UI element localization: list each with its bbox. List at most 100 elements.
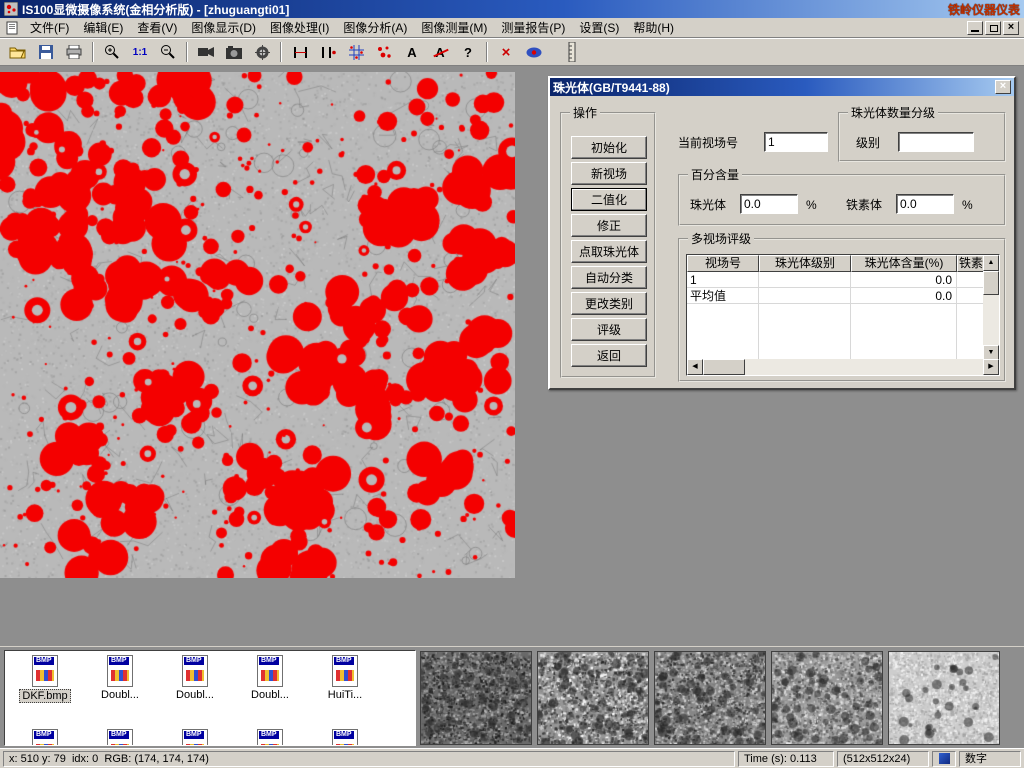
scroll-up-button[interactable]: ▲: [983, 255, 999, 271]
thumbnail-4[interactable]: [771, 651, 883, 745]
capture-target-button[interactable]: [249, 40, 275, 64]
zoom-in-button[interactable]: [99, 40, 125, 64]
camera-icon: [226, 46, 242, 59]
measure-length-button[interactable]: [287, 40, 313, 64]
init-button[interactable]: 初始化: [571, 136, 647, 159]
mdi-close-button[interactable]: ×: [1003, 21, 1019, 35]
dialog-title-bar[interactable]: 珠光体(GB/T9441-88) ×: [550, 78, 1014, 96]
restore-icon: [990, 25, 998, 32]
file-item[interactable]: BMP Doubl...: [234, 655, 306, 701]
micrograph-image[interactable]: [0, 72, 515, 578]
menu-help[interactable]: 帮助(H): [626, 17, 681, 38]
bmp-art: [111, 744, 129, 746]
scroll-right-button[interactable]: ▶: [983, 359, 999, 375]
save-button[interactable]: [33, 40, 59, 64]
level-input[interactable]: [898, 132, 974, 152]
menu-measure-report[interactable]: 测量报告(P): [494, 17, 572, 38]
binarize-button[interactable]: 二值化: [571, 188, 647, 211]
dialog-close-button[interactable]: ×: [995, 80, 1011, 94]
correct-button[interactable]: 修正: [571, 214, 647, 237]
group-label: 操作: [570, 106, 600, 120]
table-cell-field-1[interactable]: 1: [687, 272, 757, 288]
horizontal-scrollbar[interactable]: ◀ ▶: [687, 359, 999, 375]
file-item[interactable]: BMP Doubl...: [84, 655, 156, 701]
delete-measure-button[interactable]: ×: [493, 40, 519, 64]
pick-pearlite-button[interactable]: 点取珠光体: [571, 240, 647, 263]
ferrite-percent-input[interactable]: [896, 194, 954, 214]
table-cell-field-avg[interactable]: 平均值: [687, 288, 757, 304]
camera-button[interactable]: [221, 40, 247, 64]
menu-settings[interactable]: 设置(S): [572, 17, 626, 38]
file-name[interactable]: DKF.bmp: [19, 689, 70, 703]
letter-a-icon: A: [407, 45, 416, 60]
thumbnail-2[interactable]: [537, 651, 649, 745]
zoom-out-button[interactable]: [155, 40, 181, 64]
scrollbar-thumb[interactable]: [983, 271, 999, 295]
help-button[interactable]: ?: [455, 40, 481, 64]
menu-image-display[interactable]: 图像显示(D): [184, 17, 263, 38]
file-name[interactable]: HuiTi...: [326, 689, 364, 701]
bmp-art: [261, 670, 279, 681]
menu-image-measure[interactable]: 图像测量(M): [414, 17, 494, 38]
file-name[interactable]: Doubl...: [99, 689, 141, 701]
menu-view[interactable]: 查看(V): [130, 17, 184, 38]
document-icon[interactable]: [6, 21, 19, 35]
vertical-scrollbar[interactable]: ▲ ▼: [983, 255, 999, 361]
grid-rating-button[interactable]: [343, 40, 369, 64]
file-item[interactable]: BMP DKF.bmp: [9, 655, 81, 703]
file-item-partial[interactable]: BMP: [84, 729, 156, 746]
scroll-left-button[interactable]: ◀: [687, 359, 703, 375]
thumbnail-1[interactable]: [420, 651, 532, 745]
thumbnail-3[interactable]: [654, 651, 766, 745]
file-item[interactable]: BMP HuiTi...: [309, 655, 381, 701]
right-arrow-icon: ▶: [988, 363, 993, 370]
file-list[interactable]: BMP DKF.bmp BMP Doubl... BMP Doubl... BM…: [4, 650, 416, 746]
menu-edit[interactable]: 编辑(E): [76, 17, 130, 38]
bmp-tag: BMP: [109, 731, 129, 739]
actual-size-button[interactable]: 1:1: [127, 40, 153, 64]
column-header-grade[interactable]: 珠光体级别: [759, 255, 851, 272]
pearlite-dialog: 珠光体(GB/T9441-88) × 操作 初始化 新视场 二值化 修正 点取珠…: [548, 76, 1016, 390]
annotate-text-button[interactable]: A: [399, 40, 425, 64]
video-capture-button[interactable]: [193, 40, 219, 64]
table-cell-pearlite-1[interactable]: 0.0: [851, 272, 955, 288]
bmp-file-icon: BMP: [257, 655, 283, 687]
new-field-button[interactable]: 新视场: [571, 162, 647, 185]
rate-button[interactable]: 评级: [571, 318, 647, 341]
file-item-partial[interactable]: BMP: [159, 729, 231, 746]
bmp-file-icon: BMP: [107, 729, 133, 746]
delete-text-button[interactable]: A: [427, 40, 453, 64]
particle-rating-button[interactable]: [371, 40, 397, 64]
ruler-button[interactable]: [559, 40, 585, 64]
measure-point-button[interactable]: [315, 40, 341, 64]
bmp-file-icon: BMP: [182, 729, 208, 746]
preview-button[interactable]: [521, 40, 547, 64]
file-item[interactable]: BMP Doubl...: [159, 655, 231, 701]
print-button[interactable]: [61, 40, 87, 64]
table-cell-pearlite-avg[interactable]: 0.0: [851, 288, 955, 304]
file-name[interactable]: Doubl...: [174, 689, 216, 701]
rating-table[interactable]: 视场号 珠光体级别 珠光体含量(%) 铁素 1 0.0 平均值 0.0 ▲: [686, 254, 1000, 376]
column-header-pearlite[interactable]: 珠光体含量(%): [851, 255, 957, 272]
pearlite-percent-input[interactable]: [740, 194, 798, 214]
menu-image-analysis[interactable]: 图像分析(A): [336, 17, 414, 38]
thumbnail-5[interactable]: [888, 651, 1000, 745]
open-button[interactable]: [5, 40, 31, 64]
auto-classify-button[interactable]: 自动分类: [571, 266, 647, 289]
mdi-minimize-button[interactable]: [967, 21, 983, 35]
column-header-field[interactable]: 视场号: [687, 255, 759, 272]
menu-file[interactable]: 文件(F): [23, 17, 76, 38]
return-button[interactable]: 返回: [571, 344, 647, 367]
file-item-partial[interactable]: BMP: [9, 729, 81, 746]
scrollbar-thumb[interactable]: [703, 359, 745, 375]
file-item-partial[interactable]: BMP: [234, 729, 306, 746]
change-class-button[interactable]: 更改类别: [571, 292, 647, 315]
mdi-restore-button[interactable]: [985, 21, 1001, 35]
file-name[interactable]: Doubl...: [249, 689, 291, 701]
column-header-ferrite[interactable]: 铁素: [957, 255, 985, 272]
percent-sign: %: [962, 198, 973, 212]
current-field-input[interactable]: [764, 132, 828, 152]
bmp-file-icon: BMP: [332, 729, 358, 746]
file-item-partial[interactable]: BMP: [309, 729, 381, 746]
menu-image-process[interactable]: 图像处理(I): [263, 17, 336, 38]
